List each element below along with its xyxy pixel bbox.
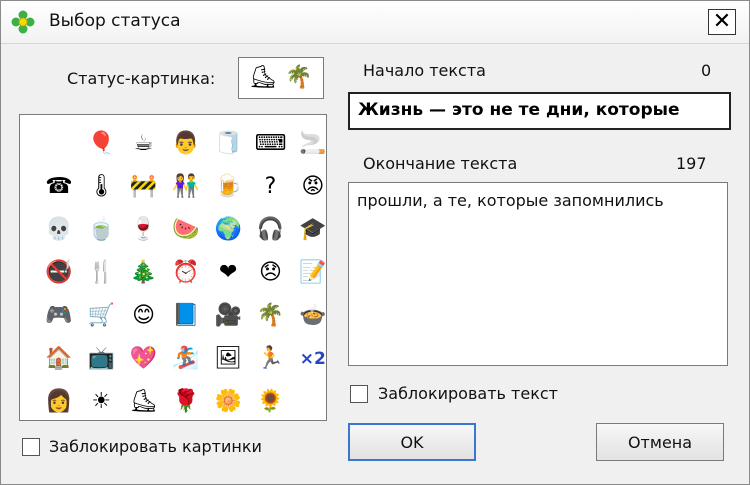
thermometer-icon[interactable]: 🌡 — [83, 169, 119, 205]
icon-grid[interactable]: 🎈 ☕ 👨 🧻 ⌨ 🚬 ☎ 🌡 🚧 👫 🍺? 😡 💀 🍵 🍷 🍉 🌍 🎧 🎓 🚭 🍴 🎄 ⏰ ❤ 😞 📝 🎮 🛒 😊 📘 🎥 🌴 🍲 🏠 📺 💖 🏂 🖼 🏃… — [19, 114, 327, 421]
picture-icon[interactable]: 🖼 — [210, 341, 246, 377]
worker-sign-icon[interactable]: 🚧 — [126, 169, 162, 205]
palm-tree-icon[interactable]: 🌴 — [253, 298, 289, 334]
pot-icon[interactable]: 🍲 — [295, 298, 331, 334]
close-icon: ✕ — [712, 9, 732, 34]
text-start-label: Начало текста — [363, 61, 486, 80]
woman-icon[interactable]: 👩 — [41, 384, 77, 420]
runner-icon[interactable]: 🏃 — [253, 341, 289, 377]
sun-icon[interactable]: ☀ — [83, 384, 119, 420]
wine-glass-icon[interactable]: 🍷 — [126, 212, 162, 248]
smiling-face-icon[interactable]: 😊 — [126, 298, 162, 334]
text-end-textarea[interactable]: прошли, а те, которые запомнились — [348, 182, 728, 366]
status-picture-preview[interactable]: ⛸ 🌴 — [238, 57, 324, 99]
title-bar[interactable]: Выбор статуса ✕ — [1, 1, 749, 44]
couple-icon[interactable]: 👫 — [168, 169, 204, 205]
angry-face-icon[interactable]: 😡 — [295, 169, 331, 205]
christmas-tree-icon[interactable]: 🎄 — [126, 255, 162, 291]
skull-icon[interactable]: 💀 — [41, 212, 77, 248]
sad-face-icon[interactable]: 😞 — [253, 255, 289, 291]
cancel-button[interactable]: Отмена — [596, 423, 724, 461]
office-worker-icon[interactable]: 👨 — [168, 126, 204, 162]
tea-cup-icon[interactable]: 🍵 — [83, 212, 119, 248]
lock-text-checkbox[interactable] — [350, 385, 368, 403]
question-icon[interactable]: ? — [253, 169, 289, 205]
balloons-icon[interactable]: 🎈 — [83, 126, 119, 162]
text-end-label: Окончание текста — [363, 154, 518, 173]
video-camera-icon[interactable]: 🎥 — [210, 298, 246, 334]
palm-icon: 🌴 — [285, 65, 313, 90]
book-icon[interactable]: 📘 — [168, 298, 204, 334]
lock-text-label: Заблокировать текст — [378, 384, 558, 403]
snowboard-icon[interactable]: 🏂 — [168, 341, 204, 377]
graduation-cap-icon[interactable]: 🎓 — [295, 212, 331, 248]
shopping-cart-icon[interactable]: 🛒 — [83, 298, 119, 334]
blue-flower-icon[interactable]: 🌼 — [210, 384, 246, 420]
toilet-paper-icon[interactable]: 🧻 — [210, 126, 246, 162]
headphones-icon[interactable]: 🎧 — [253, 212, 289, 248]
lock-pictures-checkbox[interactable] — [22, 438, 40, 456]
notebook-pencil-icon[interactable]: 📝 — [295, 255, 331, 291]
empty-icon[interactable] — [41, 126, 77, 162]
lock-pictures-label: Заблокировать картинки — [49, 437, 262, 456]
close-button[interactable]: ✕ — [708, 9, 736, 35]
text-start-input[interactable]: Жизнь — это не те дни, которые — [348, 92, 731, 130]
window-title: Выбор статуса — [49, 11, 181, 31]
x2-icon[interactable]: ×2 — [295, 341, 331, 377]
love-heart-icon[interactable]: 💖 — [126, 341, 162, 377]
globe-icon[interactable]: 🌍 — [210, 212, 246, 248]
rose-icon[interactable]: 🌹 — [168, 384, 204, 420]
coffee-cup-icon[interactable]: ☕ — [126, 126, 162, 162]
alarm-clock-icon[interactable]: ⏰ — [168, 255, 204, 291]
text-start-count: 0 — [701, 61, 712, 80]
orange-flower-icon[interactable]: 🌻 — [253, 384, 289, 420]
skater-icon: ⛸ — [249, 65, 277, 90]
phone-icon[interactable]: ☎ — [41, 169, 77, 205]
flower-app-icon — [11, 10, 35, 34]
text-end-count: 197 — [676, 154, 707, 173]
watermelon-icon[interactable]: 🍉 — [168, 212, 204, 248]
fork-knife-icon[interactable]: 🍴 — [83, 255, 119, 291]
house-icon[interactable]: 🏠 — [41, 341, 77, 377]
ice-skater-icon[interactable]: ⛸ — [126, 384, 162, 420]
status-picture-label: Статус-картинка: — [67, 69, 216, 88]
ok-button[interactable]: OK — [348, 423, 476, 461]
cigarette-icon[interactable]: 🚬 — [295, 126, 331, 162]
gamepad-icon[interactable]: 🎮 — [41, 298, 77, 334]
heart-icon[interactable]: ❤ — [210, 255, 246, 291]
typewriter-icon[interactable]: ⌨ — [253, 126, 289, 162]
pipe-icon[interactable]: 🚭 — [41, 255, 77, 291]
status-dialog: Выбор статуса ✕ Статус-картинка: ⛸ 🌴 🎈 ☕ 👨 🧻… — [0, 0, 750, 485]
tv-icon[interactable]: 📺 — [83, 341, 119, 377]
beer-icon[interactable]: 🍺 — [210, 169, 246, 205]
